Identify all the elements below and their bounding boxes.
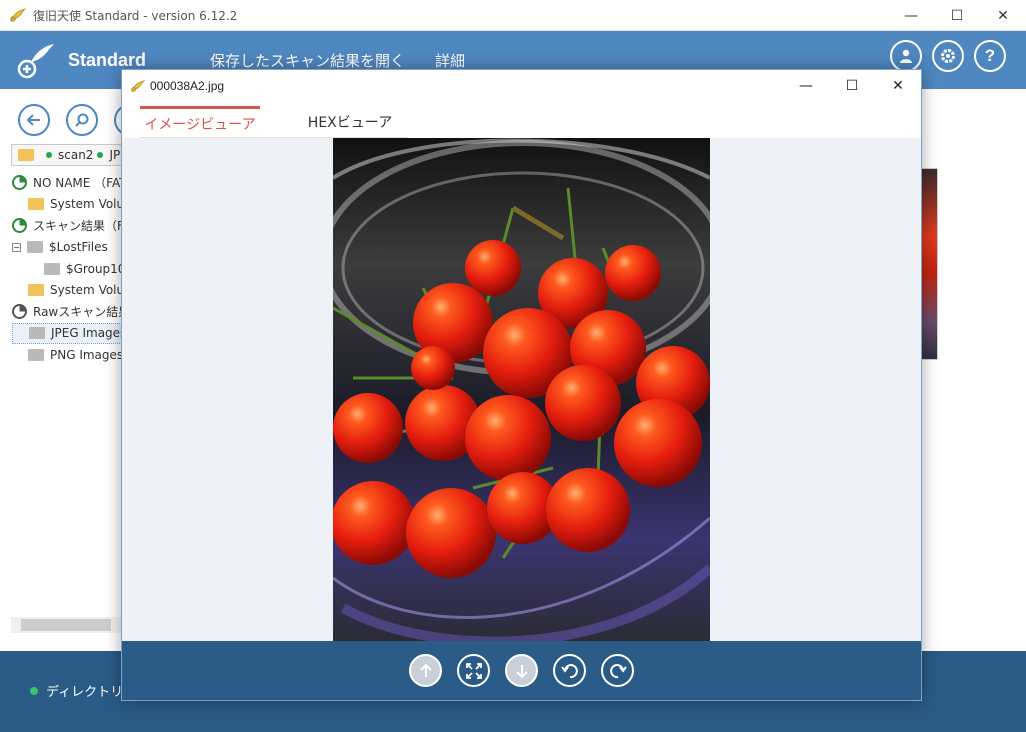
tree-item-label: Rawスキャン結果: [33, 305, 131, 320]
tab-image-viewer[interactable]: イメージビューア: [140, 106, 260, 138]
back-button[interactable]: [18, 104, 50, 136]
viewer-close-button[interactable]: ✕: [875, 70, 921, 101]
user-button[interactable]: [890, 40, 922, 72]
arrow-down-icon: [515, 664, 528, 678]
rotate-right-button[interactable]: [601, 654, 634, 687]
arrow-up-icon: [419, 663, 432, 677]
file-thumbnail[interactable]: [920, 168, 938, 360]
main-titlebar: 復旧天使 Standard - version 6.12.2 — ☐ ✕: [0, 0, 1026, 31]
tree-item-label: JPEG Images: [51, 326, 127, 341]
folder-gray-icon: [44, 262, 60, 275]
search-icon: [75, 113, 89, 127]
maximize-button[interactable]: ☐: [934, 0, 980, 31]
scrollbar-thumb[interactable]: [21, 619, 111, 631]
folder-icon: [18, 149, 34, 161]
pie-green-icon: [12, 218, 27, 234]
tree-item-label: $Group10: [66, 261, 126, 276]
pie-gray-icon: [12, 304, 27, 320]
image-viewer-window: 000038A2.jpg — ☐ ✕ イメージビューア HEXビューア: [121, 69, 922, 701]
rotate-left-icon: [560, 663, 578, 678]
horizontal-scrollbar[interactable]: [11, 617, 131, 633]
tree-item-label: PNG Images: [50, 347, 124, 362]
viewer-titlebar: 000038A2.jpg — ☐ ✕: [122, 70, 921, 101]
expand-icon: [465, 662, 482, 679]
folder-gray-icon: [27, 241, 43, 254]
folder-yellow-icon: [28, 284, 44, 297]
preview-image: [333, 138, 710, 641]
user-icon: [900, 49, 912, 63]
app-title: 復旧天使 Standard - version 6.12.2: [33, 8, 238, 23]
viewer-tabs: イメージビューア HEXビューア: [140, 106, 408, 138]
angel-wing-icon: [130, 78, 146, 94]
collapse-icon[interactable]: −: [12, 242, 21, 252]
viewer-minimize-button[interactable]: —: [783, 70, 829, 101]
tab-hex-viewer[interactable]: HEXビューア: [290, 106, 410, 138]
angel-wing-icon: [9, 6, 27, 24]
rotate-right-icon: [609, 663, 627, 678]
close-button[interactable]: ✕: [980, 0, 1026, 31]
gear-icon: [941, 49, 955, 63]
path-separator-dot: [97, 152, 104, 158]
help-button[interactable]: ?: [974, 40, 1006, 72]
path-segment-scan[interactable]: scan2: [58, 148, 93, 162]
rotate-left-button[interactable]: [553, 654, 586, 687]
viewer-title: 000038A2.jpg: [150, 78, 225, 93]
arrow-left-icon: [26, 114, 40, 126]
logo-icon: [17, 44, 54, 79]
question-icon: ?: [984, 46, 996, 65]
next-image-button[interactable]: [505, 654, 538, 687]
pie-green-icon: [12, 175, 27, 191]
previous-image-button[interactable]: [409, 654, 442, 687]
path-separator-dot: [46, 152, 52, 158]
status-dot-icon: [30, 686, 38, 695]
settings-button[interactable]: [932, 40, 964, 72]
folder-yellow-icon: [28, 198, 44, 211]
folder-gray-icon: [28, 348, 44, 361]
tree-item-label: $LostFiles: [49, 240, 108, 255]
details-menu[interactable]: 詳細: [435, 50, 465, 71]
image-display-area: [122, 138, 921, 641]
viewer-maximize-button[interactable]: ☐: [829, 70, 875, 101]
search-button[interactable]: [66, 104, 98, 136]
minimize-button[interactable]: —: [888, 0, 934, 31]
status-text: ディレクトリ: [46, 685, 124, 700]
product-name: Standard: [68, 49, 147, 70]
viewer-toolbar: [122, 641, 921, 700]
fit-screen-button[interactable]: [457, 654, 490, 687]
folder-gray-icon: [29, 327, 45, 340]
open-saved-scan-menu[interactable]: 保存したスキャン結果を開く: [210, 50, 405, 71]
